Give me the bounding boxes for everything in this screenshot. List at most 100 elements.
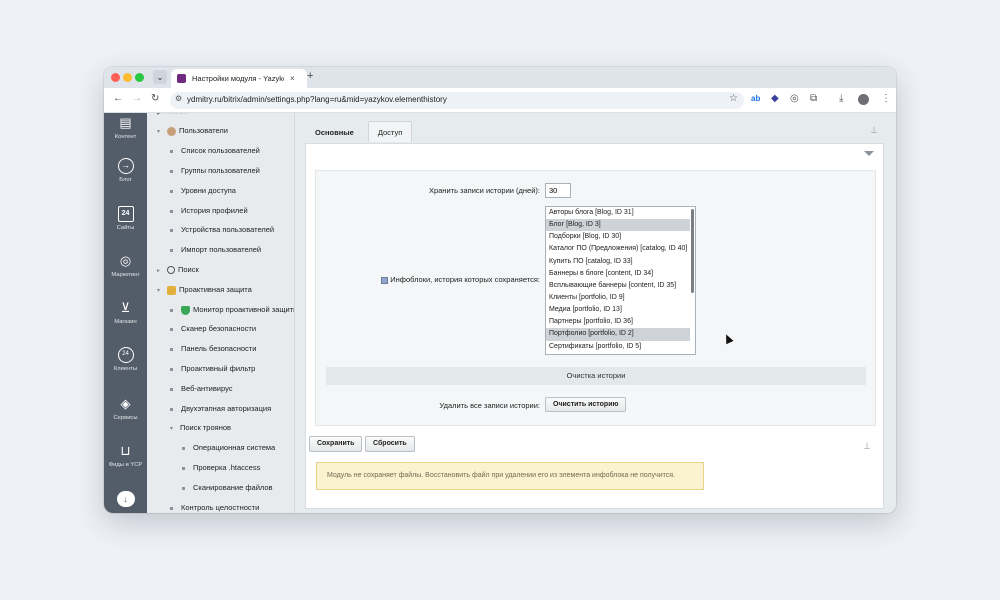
address-bar[interactable]: ⚙ ydmitry.ru/bitrix/admin/settings.php?l… bbox=[170, 92, 744, 109]
tree-item-access-levels[interactable]: Уровни доступа bbox=[170, 186, 236, 195]
bullet bbox=[182, 486, 185, 490]
bullet bbox=[170, 308, 173, 312]
tree-item-profile-history[interactable]: История профилей bbox=[170, 206, 248, 215]
tree-item-htaccess-check[interactable]: Проверка .htaccess bbox=[182, 463, 260, 472]
forward-button[interactable]: → bbox=[132, 93, 142, 104]
reset-button[interactable]: Сбросить bbox=[365, 436, 415, 452]
iblock-option[interactable]: Клиенты [portfolio, ID 9] bbox=[546, 292, 690, 304]
cart-icon: ⊔ bbox=[120, 443, 131, 458]
browser-menu-icon[interactable]: ⋮ bbox=[881, 93, 891, 105]
tree-item-label: Сканирование файлов bbox=[193, 483, 273, 492]
document-icon: ▤ bbox=[119, 115, 132, 130]
iblock-option[interactable]: Баннеры в блоге [content, ID 34] bbox=[546, 268, 690, 280]
translate-extension-icon[interactable]: ab bbox=[751, 93, 760, 105]
tree-item-proactive-monitor[interactable]: Монитор проактивной защиты bbox=[170, 305, 294, 315]
tree-item-trojan-search[interactable]: ▾ Поиск троянов bbox=[170, 423, 231, 432]
iblock-option[interactable]: Партнеры [portfolio, ID 36] bbox=[546, 316, 690, 328]
extensions-puzzle-icon[interactable]: ⧉ bbox=[810, 93, 817, 105]
tab-list-chevron-icon[interactable]: ⌄ bbox=[153, 70, 167, 84]
tab-close-icon[interactable]: × bbox=[290, 74, 295, 83]
iblock-option[interactable]: Авторы блога [Blog, ID 31] bbox=[546, 207, 690, 219]
search-icon bbox=[167, 266, 175, 275]
caret-down-icon[interactable]: ▾ bbox=[157, 287, 165, 294]
tree-item-two-factor[interactable]: Двухэтапная авторизация bbox=[170, 404, 271, 413]
pin-icon[interactable]: ⊥ bbox=[870, 125, 878, 136]
iblock-option-selected[interactable]: Блог [Blog, ID 3] bbox=[546, 219, 690, 232]
rail-item-clients[interactable]: 24 Клиенты bbox=[104, 347, 147, 372]
close-window-button[interactable] bbox=[111, 73, 120, 82]
tree-item-users-list[interactable]: Список пользователей bbox=[170, 146, 260, 155]
iblock-option[interactable]: Медиа [portfolio, ID 13] bbox=[546, 304, 690, 316]
profile-avatar[interactable] bbox=[858, 94, 869, 105]
listbox-scrollbar[interactable] bbox=[691, 209, 694, 293]
tree-item-users[interactable]: ▾ Пользователи bbox=[157, 126, 228, 136]
rail-item-sites[interactable]: 24 Сайты bbox=[104, 206, 147, 231]
rail-item-cloud[interactable]: ↓ bbox=[104, 491, 147, 507]
tree-item-label: Проактивная защита bbox=[179, 285, 252, 294]
collapse-triangle-icon[interactable] bbox=[864, 151, 874, 156]
browser-tab[interactable]: Настройки модуля - Yazyko × bbox=[171, 69, 307, 88]
iblocks-multiselect[interactable]: Авторы блога [Blog, ID 31] Блог [Blog, I… bbox=[545, 206, 696, 355]
rail-item-marketing[interactable]: ◎ Маркетинг bbox=[104, 253, 147, 278]
tree-item-web-antivirus[interactable]: Веб-антивирус bbox=[170, 384, 233, 393]
tree-item-label: Импорт пользователей bbox=[181, 245, 262, 254]
iblock-option[interactable]: Всплывающие баннеры [content, ID 35] bbox=[546, 280, 690, 292]
tree-item-label: Веб-антивирус bbox=[181, 384, 233, 393]
caret-down-icon[interactable]: ▾ bbox=[170, 425, 178, 432]
lock-icon bbox=[167, 285, 176, 295]
minimize-window-button[interactable] bbox=[123, 73, 132, 82]
rail-item-content[interactable]: ▤ Контент bbox=[104, 115, 147, 140]
camera-extension-icon[interactable]: ◎ bbox=[790, 93, 799, 105]
bullet bbox=[182, 446, 185, 450]
download-icon[interactable]: ⤓ bbox=[839, 93, 843, 105]
iblock-option[interactable]: Купить ПО [catalog, ID 33] bbox=[546, 256, 690, 268]
tree-item-security-scanner[interactable]: Сканер безопасности bbox=[170, 324, 256, 333]
caret-down-icon[interactable]: ▾ bbox=[157, 128, 165, 135]
iblock-option[interactable]: Сертификаты [portfolio, ID 5] bbox=[546, 341, 690, 353]
tree-item-integrity-control[interactable]: Контроль целостности bbox=[170, 503, 259, 512]
rail-label: Клиенты bbox=[113, 366, 138, 372]
tab-access[interactable]: Доступ bbox=[367, 121, 413, 142]
tree-item-cut-off[interactable]: ▸ ·········· bbox=[157, 113, 188, 117]
diamond-extension-icon[interactable]: ◆ bbox=[771, 93, 779, 105]
tree-item-proactive[interactable]: ▾ Проактивная защита bbox=[157, 285, 252, 295]
tree-item-search[interactable]: ▸ Поиск bbox=[157, 265, 199, 275]
rail-item-services[interactable]: ◈ Сервисы bbox=[104, 396, 147, 421]
tree-item-file-scan[interactable]: Сканирование файлов bbox=[182, 483, 273, 492]
rail-item-shop[interactable]: ⊻ Магазин bbox=[104, 300, 147, 325]
caret-right-icon[interactable]: ▸ bbox=[157, 267, 165, 274]
bookmark-star-icon[interactable]: ☆ bbox=[729, 93, 738, 104]
rail-item-blog[interactable]: → Блог bbox=[104, 158, 147, 183]
bullet bbox=[170, 407, 173, 411]
tree-item-user-devices[interactable]: Устройства пользователей bbox=[170, 225, 274, 234]
tree-item-operating-system[interactable]: Операционная система bbox=[182, 443, 275, 452]
maximize-window-button[interactable] bbox=[135, 73, 144, 82]
tree-item-user-groups[interactable]: Группы пользователей bbox=[170, 166, 260, 175]
browser-window: ⌄ Настройки модуля - Yazyko × + ← → ↻ ⚙ … bbox=[104, 67, 896, 513]
tree-item-label: Поиск bbox=[178, 265, 199, 274]
bullet bbox=[170, 209, 173, 213]
save-button[interactable]: Сохранить bbox=[309, 436, 363, 452]
iblock-option[interactable]: Каталог ПО (Предложения) [catalog, ID 40… bbox=[546, 243, 690, 255]
site-info-icon[interactable]: ⚙ bbox=[175, 94, 182, 103]
tree-item-label: Операционная система bbox=[193, 443, 276, 452]
reload-button[interactable]: ↻ bbox=[151, 93, 159, 104]
iblock-option[interactable]: Подборки [Blog, ID 30] bbox=[546, 231, 690, 243]
bullet bbox=[170, 367, 173, 371]
tree-item-label: Устройства пользователей bbox=[181, 225, 275, 234]
layers-icon: ◈ bbox=[120, 396, 131, 411]
back-button[interactable]: ← bbox=[113, 93, 123, 104]
iblocks-label: Инфоблоки, история которых сохраняется: bbox=[381, 275, 540, 284]
rail-item-feeds[interactable]: ⊔ Фиды и YCP bbox=[104, 443, 147, 468]
iblock-option-selected[interactable]: Портфолио [portfolio, ID 2] bbox=[546, 328, 690, 341]
history-days-input[interactable] bbox=[545, 183, 571, 198]
tab-main[interactable]: Основные bbox=[305, 121, 364, 142]
pin-icon[interactable]: ⊥ bbox=[863, 441, 871, 452]
new-tab-button[interactable]: + bbox=[307, 70, 313, 82]
bullet bbox=[170, 189, 173, 193]
tree-item-proactive-filter[interactable]: Проактивный фильтр bbox=[170, 364, 255, 373]
tree-item-user-import[interactable]: Импорт пользователей bbox=[170, 245, 261, 254]
tree-item-label: Проверка .htaccess bbox=[193, 463, 261, 472]
clear-history-button[interactable]: Очистить историю bbox=[545, 397, 627, 412]
tree-item-security-panel[interactable]: Панель безопасности bbox=[170, 344, 256, 353]
